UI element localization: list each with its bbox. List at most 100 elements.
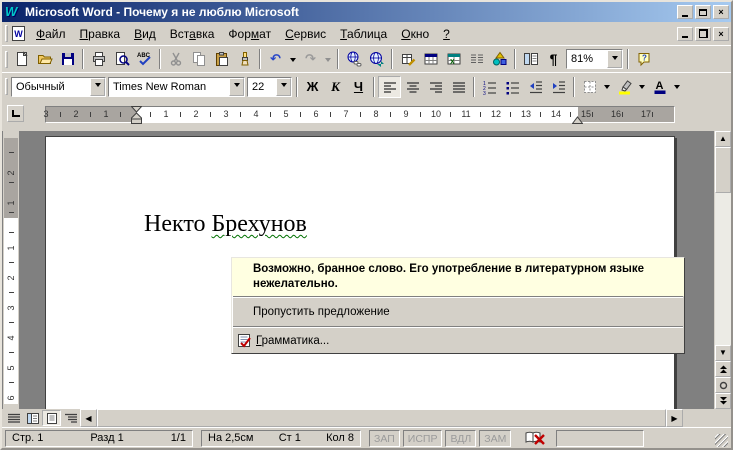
standard-toolbar-grip[interactable] xyxy=(5,51,8,68)
italic-button[interactable]: К xyxy=(324,76,347,98)
spelling-grammar-button[interactable]: ABC xyxy=(133,48,156,70)
help-button[interactable]: ? xyxy=(632,48,655,70)
menu-item-grammar[interactable]: Грамматика... xyxy=(232,328,684,353)
menubar-grip[interactable] xyxy=(5,25,8,42)
document-icon[interactable]: W xyxy=(12,26,25,41)
increase-indent-button[interactable] xyxy=(547,76,570,98)
previous-page-button[interactable] xyxy=(715,361,731,377)
paste-button[interactable] xyxy=(210,48,233,70)
insert-table-button[interactable] xyxy=(419,48,442,70)
normal-view-button[interactable] xyxy=(4,410,23,426)
status-toggle[interactable]: ИСПР xyxy=(403,430,443,447)
print-preview-button[interactable] xyxy=(110,48,133,70)
font-size-dropdown-button[interactable] xyxy=(276,78,291,96)
status-toggle[interactable]: ВДЛ xyxy=(445,430,476,447)
open-button[interactable] xyxy=(33,48,56,70)
bold-button[interactable]: Ж xyxy=(301,76,324,98)
minimize-button[interactable] xyxy=(677,5,693,19)
menu-item-skip-sentence[interactable]: Пропустить предложение xyxy=(232,298,684,326)
menu-window[interactable]: Окно xyxy=(394,24,436,44)
insert-hyperlink-button[interactable] xyxy=(342,48,365,70)
tables-and-borders-button[interactable] xyxy=(396,48,419,70)
select-browse-object-button[interactable] xyxy=(715,377,731,393)
doc-close-button[interactable]: × xyxy=(713,27,729,41)
formatting-toolbar-grip[interactable] xyxy=(5,78,8,95)
align-right-button[interactable] xyxy=(424,76,447,98)
font-color-dropdown-button[interactable] xyxy=(671,76,683,98)
bulleted-list-button[interactable] xyxy=(501,76,524,98)
grammar-flagged-word[interactable]: Брехунов xyxy=(212,211,307,237)
doc-restore-button[interactable] xyxy=(695,27,711,41)
font-size-combo[interactable]: 22 xyxy=(247,77,292,97)
copy-button[interactable] xyxy=(187,48,210,70)
tab-selector-button[interactable] xyxy=(7,105,24,122)
web-layout-view-button[interactable] xyxy=(23,410,42,426)
font-combo[interactable]: Times New Roman xyxy=(108,77,245,97)
undo-dropdown-button[interactable] xyxy=(287,48,299,70)
document-workspace[interactable]: 21 123456 Некто Брехунов Возможно, бранн… xyxy=(2,131,714,409)
indent-markers[interactable] xyxy=(131,106,142,124)
scroll-up-button[interactable]: ▲ xyxy=(715,131,731,147)
new-document-button[interactable] xyxy=(10,48,33,70)
status-toggle[interactable]: ЗАМ xyxy=(479,430,511,447)
style-combo[interactable]: Обычный xyxy=(11,77,106,97)
borders-dropdown-button[interactable] xyxy=(601,76,613,98)
vertical-scroll-track[interactable] xyxy=(715,193,731,345)
menu-edit[interactable]: Правка xyxy=(73,24,128,44)
decrease-indent-button[interactable] xyxy=(524,76,547,98)
drawing-button[interactable] xyxy=(488,48,511,70)
align-center-button[interactable] xyxy=(401,76,424,98)
spelling-status-indicator[interactable] xyxy=(520,430,550,447)
zoom-combo[interactable]: 81% xyxy=(566,49,623,69)
document-text[interactable]: Некто Брехунов xyxy=(144,211,307,238)
undo-button[interactable]: ↶ xyxy=(264,48,287,70)
outline-view-button[interactable] xyxy=(61,410,80,426)
document-map-button[interactable] xyxy=(519,48,542,70)
redo-dropdown-button[interactable] xyxy=(322,48,334,70)
justify-button[interactable] xyxy=(447,76,470,98)
doc-minimize-button[interactable] xyxy=(677,27,693,41)
insert-excel-worksheet-button[interactable]: X xyxy=(442,48,465,70)
vertical-scrollbar[interactable]: ▲ ▼ xyxy=(714,131,731,409)
print-button[interactable] xyxy=(87,48,110,70)
menu-help[interactable]: ? xyxy=(436,24,457,44)
highlight-button[interactable] xyxy=(613,76,636,98)
redo-button[interactable]: ↷ xyxy=(299,48,322,70)
menu-tools[interactable]: Сервис xyxy=(278,24,333,44)
font-dropdown-button[interactable] xyxy=(229,78,244,96)
align-left-button[interactable] xyxy=(378,76,401,98)
status-toggle[interactable]: ЗАП xyxy=(369,430,400,447)
numbered-list-button[interactable]: 123 xyxy=(478,76,501,98)
borders-button[interactable] xyxy=(578,76,601,98)
scroll-left-button[interactable]: ◀ xyxy=(80,409,97,427)
maximize-button[interactable] xyxy=(695,5,711,19)
resize-grip[interactable] xyxy=(715,434,728,447)
zoom-dropdown-button[interactable] xyxy=(607,50,622,68)
vertical-ruler[interactable]: 21 123456 xyxy=(3,131,19,409)
font-color-button[interactable]: А xyxy=(648,76,671,98)
menu-table[interactable]: Таблица xyxy=(333,24,394,44)
highlight-dropdown-button[interactable] xyxy=(636,76,648,98)
format-painter-button[interactable] xyxy=(233,48,256,70)
style-dropdown-button[interactable] xyxy=(90,78,105,96)
save-button[interactable] xyxy=(56,48,79,70)
next-page-button[interactable] xyxy=(715,393,731,409)
scroll-right-button[interactable]: ▶ xyxy=(666,409,683,427)
close-button[interactable]: × xyxy=(713,5,729,19)
show-paragraph-marks-button[interactable]: ¶ xyxy=(542,48,565,70)
menu-insert[interactable]: Вставка xyxy=(163,24,222,44)
cut-button[interactable] xyxy=(164,48,187,70)
web-toolbar-button[interactable] xyxy=(365,48,388,70)
menu-file[interactable]: Файл xyxy=(29,24,73,44)
menu-format[interactable]: Формат xyxy=(221,24,278,44)
right-indent-marker[interactable] xyxy=(572,115,583,124)
print-layout-view-button[interactable] xyxy=(42,410,61,426)
horizontal-ruler[interactable]: 321 1234567891011121314 151617 xyxy=(45,106,675,123)
vertical-scroll-thumb[interactable] xyxy=(715,147,731,193)
underline-button[interactable]: Ч xyxy=(347,76,370,98)
scroll-down-button[interactable]: ▼ xyxy=(715,345,731,361)
horizontal-scroll-thumb[interactable] xyxy=(97,409,666,427)
menu-view[interactable]: Вид xyxy=(127,24,163,44)
columns-button[interactable] xyxy=(465,48,488,70)
word-logo-icon[interactable]: W xyxy=(5,5,21,19)
